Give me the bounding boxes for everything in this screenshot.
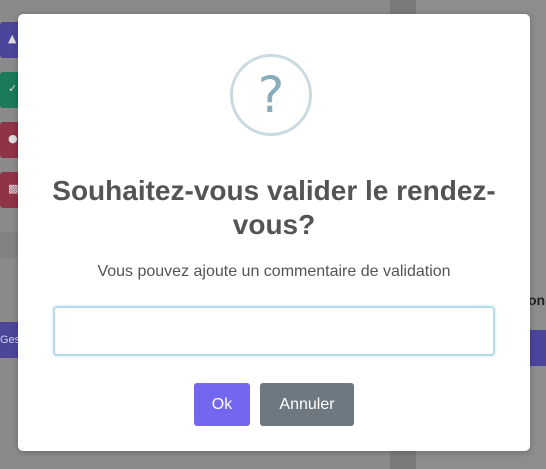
chevron-up-icon: ▲	[8, 32, 17, 45]
dialog-title: Souhaitez-vous valider le rendez-vous?	[52, 175, 496, 240]
background-right-button	[528, 330, 546, 366]
confirm-dialog: ? Souhaitez-vous valider le rendez-vous?…	[18, 14, 530, 451]
ok-button[interactable]: Ok	[194, 383, 250, 426]
trash-icon: ▩	[8, 182, 19, 195]
info-icon: ●	[8, 132, 18, 145]
check-icon: ✓	[8, 82, 18, 95]
comment-input[interactable]	[53, 306, 495, 356]
cancel-button[interactable]: Annuler	[260, 383, 354, 426]
question-icon: ?	[230, 54, 312, 136]
background-right-label: on	[528, 292, 546, 308]
question-icon-glyph: ?	[257, 66, 285, 124]
dialog-message: Vous pouvez ajoute un commentaire de val…	[97, 263, 451, 280]
